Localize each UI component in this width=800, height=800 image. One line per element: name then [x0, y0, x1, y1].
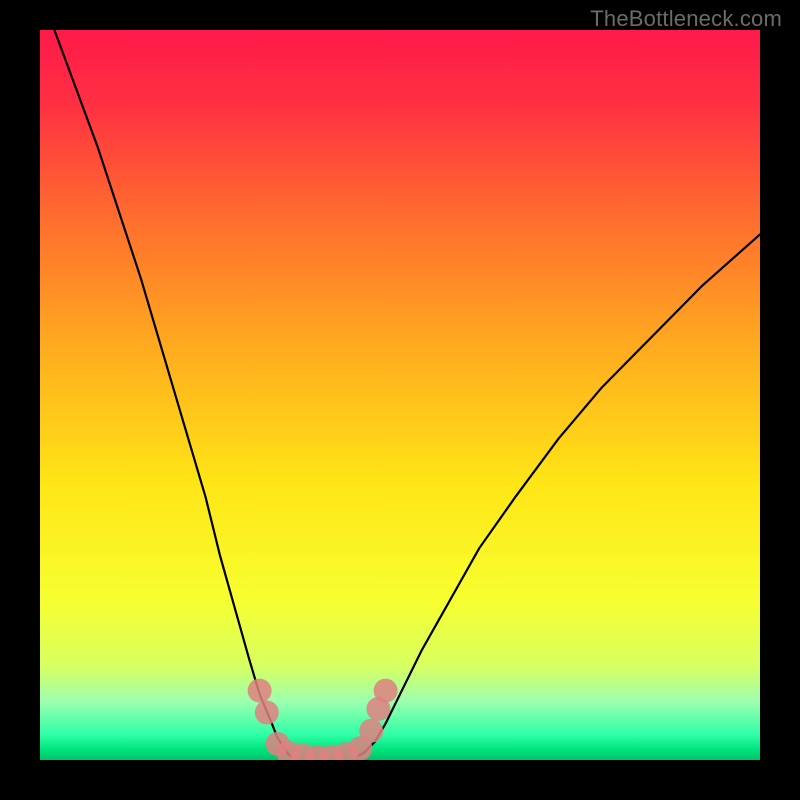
marker-dot — [248, 679, 272, 703]
curve-left-curve — [54, 30, 292, 756]
plot-area — [40, 30, 760, 760]
curves-layer — [40, 30, 760, 760]
curve-right-curve — [357, 234, 760, 756]
watermark-text: TheBottleneck.com — [590, 6, 782, 32]
chart-frame: TheBottleneck.com — [0, 0, 800, 800]
marker-dot — [359, 719, 383, 743]
marker-dot — [255, 701, 279, 725]
marker-dot — [374, 679, 398, 703]
